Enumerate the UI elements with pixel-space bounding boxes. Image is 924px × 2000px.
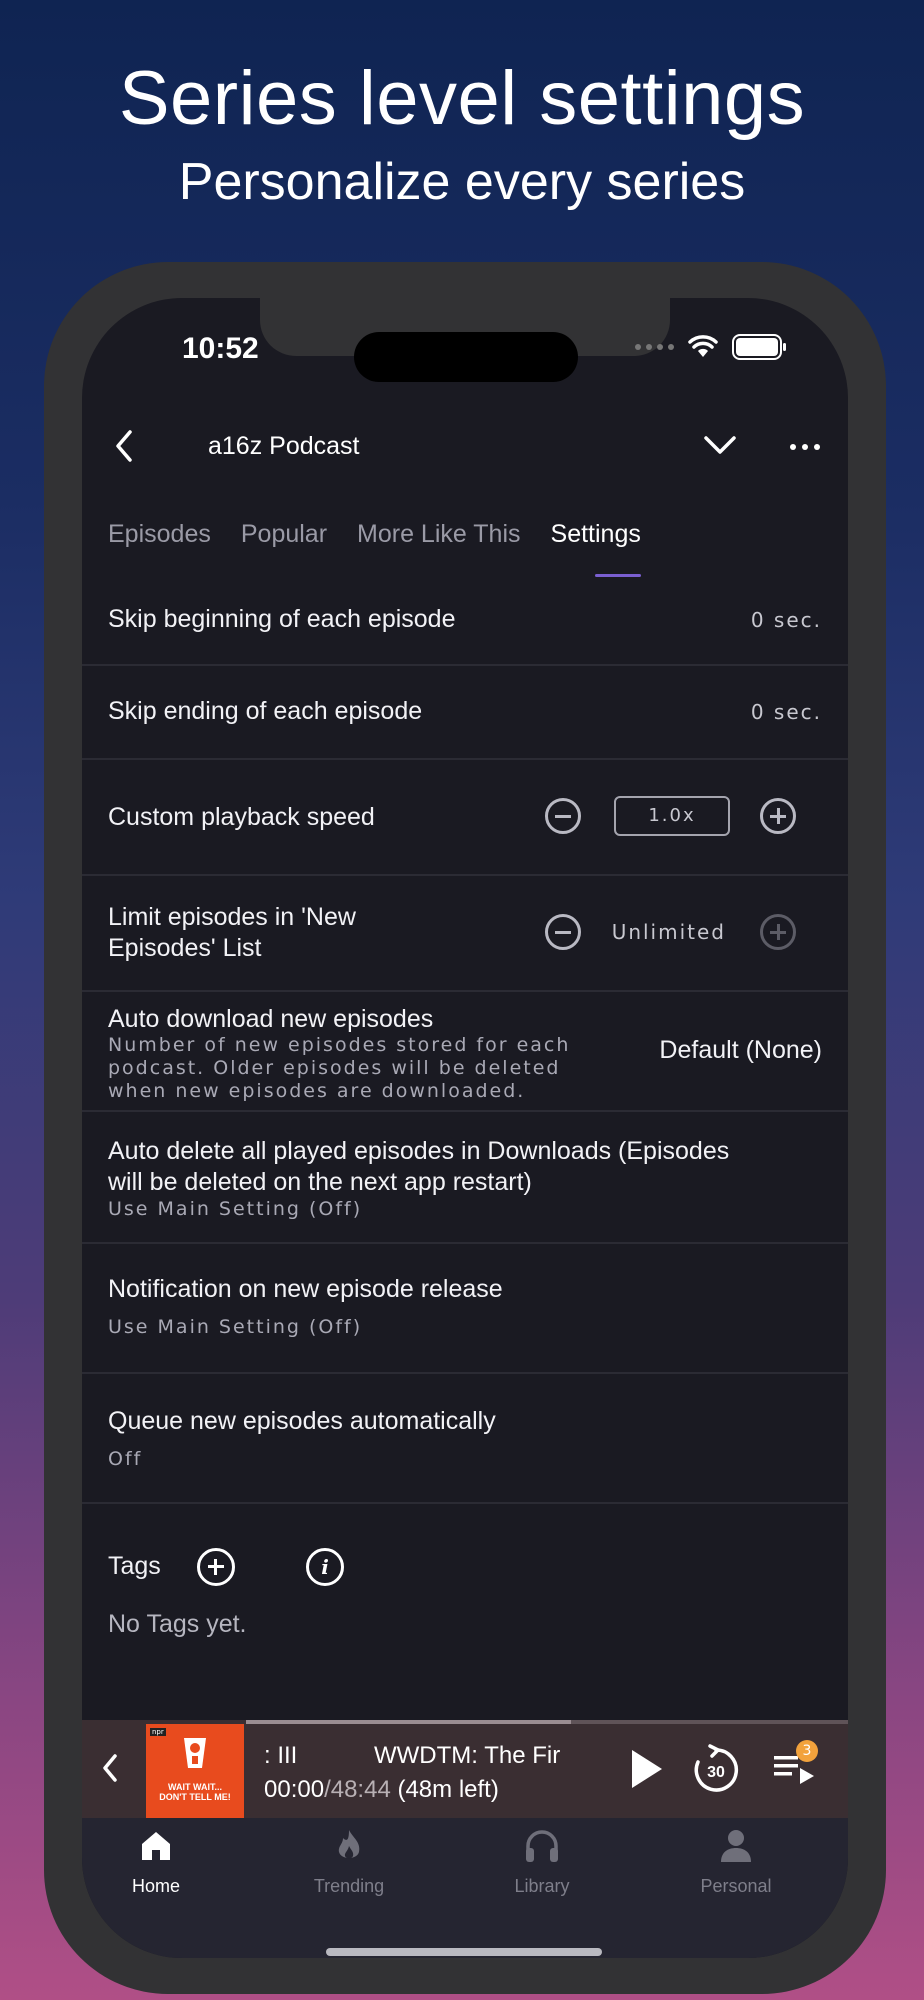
app-header: a16z Podcast — [82, 416, 848, 480]
svg-text:30: 30 — [707, 1764, 725, 1781]
setting-value: Use Main Setting (Off) — [108, 1198, 363, 1220]
more-options-icon[interactable] — [790, 444, 820, 450]
skip-forward-30-icon[interactable]: 30 — [690, 1744, 742, 1796]
artwork-character-icon — [184, 1738, 206, 1768]
flame-icon — [338, 1830, 360, 1859]
artwork-title: WAIT WAIT... DON'T TELL ME! — [159, 1782, 231, 1802]
dynamic-island — [354, 332, 578, 382]
tags-label: Tags — [108, 1552, 161, 1580]
setting-label: Notification on new episode release — [108, 1275, 503, 1303]
setting-value: Off — [108, 1448, 143, 1470]
setting-label-line2: will be deleted on the next app restart) — [108, 1168, 532, 1196]
setting-label-line1: Auto delete all played episodes in Downl… — [108, 1137, 730, 1165]
nav-library[interactable]: Library — [482, 1828, 602, 1897]
setting-value: Unlimited — [611, 920, 726, 944]
bottom-nav: Home Trending Library Personal — [82, 1818, 848, 1958]
tab-settings[interactable]: Settings — [551, 520, 641, 549]
setting-label: Skip ending of each episode — [108, 697, 423, 725]
playback-speed-value[interactable]: 1.0x — [614, 796, 730, 836]
setting-description-line1: Number of new episodes stored for each — [108, 1034, 571, 1056]
playback-time: 00:00/48:44 (48m left) — [264, 1776, 499, 1803]
setting-description-line3: when new episodes are downloaded. — [108, 1080, 526, 1102]
episode-artwork[interactable]: npr WAIT WAIT... DON'T TELL ME! — [146, 1724, 244, 1822]
setting-queue-auto[interactable]: Queue new episodes automatically Off — [82, 1374, 848, 1504]
info-icon[interactable]: i — [306, 1548, 344, 1586]
decrease-speed-button[interactable] — [545, 798, 581, 834]
setting-value: 0 sec. — [750, 608, 822, 632]
setting-skip-beginning[interactable]: Skip beginning of each episode 0 sec. — [82, 580, 848, 666]
home-icon — [142, 1832, 170, 1860]
setting-auto-delete[interactable]: Auto delete all played episodes in Downl… — [82, 1112, 848, 1244]
playback-progress-fill — [246, 1720, 572, 1724]
promo-subheadline: Personalize every series — [178, 153, 746, 211]
increase-limit-button[interactable] — [760, 914, 796, 950]
mini-player[interactable]: npr WAIT WAIT... DON'T TELL ME! : III WW… — [82, 1720, 848, 1822]
tab-popular[interactable]: Popular — [241, 520, 327, 549]
battery-icon — [732, 334, 786, 360]
setting-value: Use Main Setting (Off) — [108, 1316, 363, 1338]
status-indicators — [635, 334, 788, 360]
status-time: 10:52 — [182, 332, 259, 365]
setting-value: 0 sec. — [750, 700, 822, 724]
play-icon[interactable] — [628, 1748, 664, 1790]
nav-personal[interactable]: Personal — [676, 1828, 796, 1897]
setting-label: Skip beginning of each episode — [108, 605, 456, 633]
setting-auto-download[interactable]: Auto download new episodes Number of new… — [82, 992, 848, 1112]
home-indicator — [326, 1948, 602, 1956]
setting-label-line1: Limit episodes in 'New — [108, 903, 356, 931]
nav-trending[interactable]: Trending — [289, 1828, 409, 1897]
nav-home[interactable]: Home — [96, 1828, 216, 1897]
podcast-title: a16z Podcast — [208, 432, 360, 460]
add-tag-icon[interactable] — [197, 1548, 235, 1586]
tab-more-like-this[interactable]: More Like This — [357, 520, 521, 549]
tab-bar: Episodes Popular More Like This Settings — [108, 520, 671, 549]
setting-value: Default (None) — [659, 1036, 822, 1064]
setting-label: Queue new episodes automatically — [108, 1407, 496, 1435]
episode-title-fragment: : III — [264, 1742, 298, 1769]
setting-label: Auto download new episodes — [108, 1005, 434, 1033]
setting-skip-ending[interactable]: Skip ending of each episode 0 sec. — [82, 666, 848, 760]
nav-label: Personal — [700, 1876, 772, 1896]
playback-progress-bar — [246, 1720, 848, 1724]
setting-description-line2: podcast. Older episodes will be deleted — [108, 1057, 561, 1079]
setting-label: Custom playback speed — [108, 803, 375, 831]
nav-label: Home — [131, 1876, 180, 1896]
headphones-icon — [526, 1830, 558, 1862]
collapse-player-icon[interactable] — [100, 1752, 120, 1784]
signal-icon — [635, 344, 674, 350]
setting-playback-speed: Custom playback speed 1.0x — [82, 760, 848, 876]
episode-title: WWDTM: The Fir — [374, 1742, 561, 1769]
app-screen: 10:52 a16z Podcast Episodes Popular More… — [82, 298, 848, 1958]
setting-notification[interactable]: Notification on new episode release Use … — [82, 1244, 848, 1374]
setting-limit-episodes: Limit episodes in 'New Episodes' List Un… — [82, 876, 848, 992]
nav-label: Trending — [313, 1876, 385, 1896]
promo-headline: Series level settings — [118, 56, 806, 141]
back-icon[interactable] — [112, 428, 136, 464]
active-tab-indicator — [595, 574, 641, 577]
chevron-down-icon[interactable] — [702, 430, 738, 458]
person-icon — [721, 1830, 751, 1862]
tab-episodes[interactable]: Episodes — [108, 520, 211, 549]
decrease-limit-button[interactable] — [545, 914, 581, 950]
wifi-icon — [688, 335, 718, 357]
queue-count-badge: 3 — [796, 1740, 818, 1762]
nav-label: Library — [514, 1876, 570, 1896]
no-tags-text: No Tags yet. — [108, 1610, 247, 1638]
increase-speed-button[interactable] — [760, 798, 796, 834]
setting-label-line2: Episodes' List — [108, 934, 262, 962]
